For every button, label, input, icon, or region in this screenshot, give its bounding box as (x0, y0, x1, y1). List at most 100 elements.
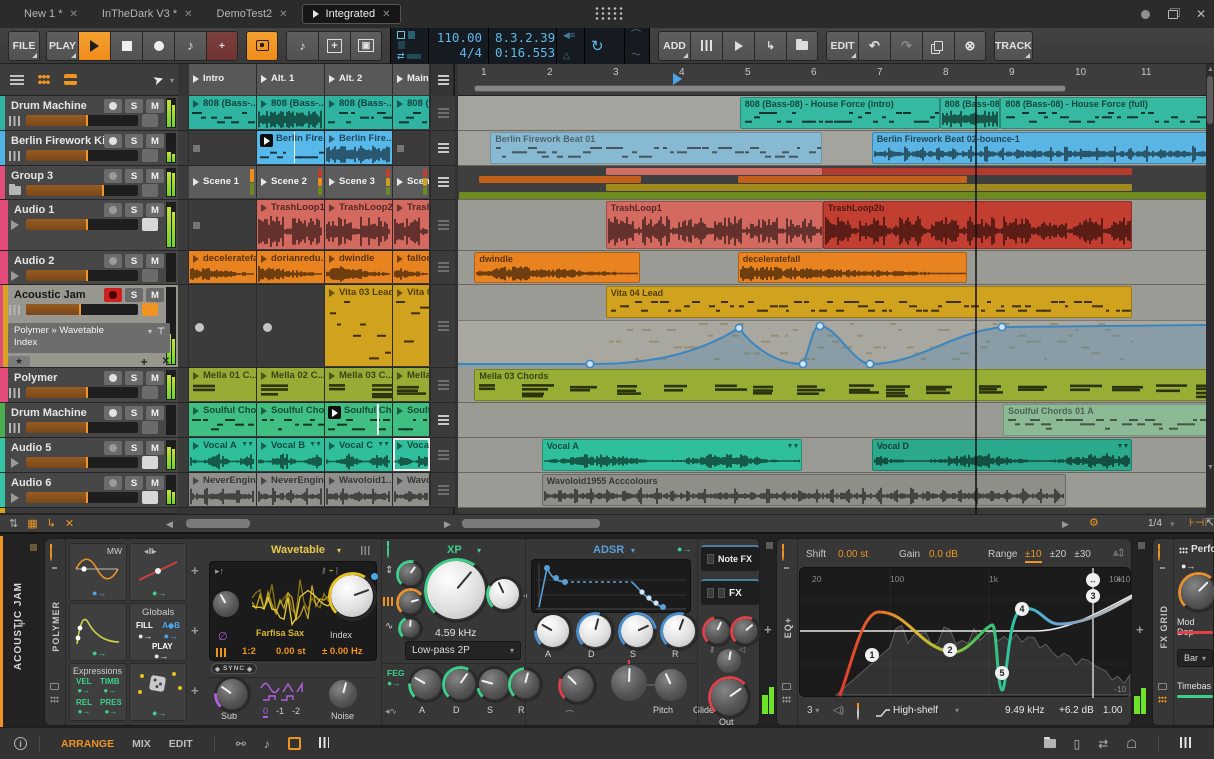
arm-button[interactable] (104, 203, 122, 217)
edit-menu-button[interactable]: EDIT (826, 30, 858, 61)
gain-value[interactable]: 0.0 dB (929, 549, 958, 560)
arm-button[interactable] (104, 371, 122, 385)
clip-options-column[interactable] (430, 166, 455, 198)
scroll-down-icon[interactable]: ▼ (1207, 464, 1214, 471)
arranger-row-1[interactable]: 808 (Bass-08) - House Force (intro) 808 (… (458, 96, 1206, 131)
launcher-scroll-left-icon[interactable]: ◀ (166, 519, 173, 530)
bar-dropdown[interactable]: Bar ▾ (1177, 649, 1213, 667)
range-option-±10[interactable]: ±10 (1025, 549, 1042, 563)
metronome-icon[interactable]: △ (563, 50, 578, 61)
mod-slot-envelope[interactable]: ●→ (69, 603, 127, 661)
env-s-knob[interactable] (617, 611, 657, 651)
track-menu-button[interactable] (142, 491, 158, 504)
info-icon[interactable]: i (14, 737, 27, 750)
eq-band-badge[interactable]: 3 (1090, 591, 1095, 601)
arranger-row-8[interactable]: Soulful Chords 01 A (458, 403, 1206, 438)
clip-cell[interactable]: Mella (393, 368, 430, 401)
feg-a-knob[interactable] (407, 665, 445, 703)
device-name-label[interactable]: POLYMER (51, 601, 61, 652)
mute-button[interactable]: M (146, 406, 164, 420)
automation-curve[interactable] (458, 321, 1206, 369)
tab-close-icon[interactable]: ✕ (382, 9, 390, 20)
stop-button-cell[interactable] (178, 403, 189, 436)
solo-button[interactable]: S (125, 441, 143, 455)
clip-cell[interactable]: fallon (393, 251, 430, 283)
mod-amount-icon[interactable]: ●→ (92, 588, 106, 598)
track-menu-button[interactable] (142, 303, 158, 316)
remove-lane-button[interactable]: ✕ (162, 356, 170, 367)
volume-slider[interactable] (26, 387, 138, 398)
mod-slot-expressions[interactable]: Expressions VEL ●→ TIMB ●→ REL ●→ PRES ●→ (69, 663, 127, 721)
add-instrument-track-icon[interactable] (690, 30, 722, 61)
automation-write-button[interactable]: ♪ (174, 30, 206, 61)
stop-button-cell[interactable] (178, 285, 189, 366)
view-edit[interactable]: EDIT (169, 738, 193, 750)
track-menu-button[interactable]: TRACK (994, 30, 1033, 61)
add-group-track-icon[interactable] (786, 30, 818, 61)
range-option-±30[interactable]: ±30 (1074, 549, 1091, 563)
arranger-clip[interactable]: Berlin Firework Beat 01 (490, 132, 823, 164)
keytrack-icon[interactable]: ▸↑ (215, 566, 224, 577)
band-type[interactable]: High-shelf (893, 705, 938, 716)
arranger-clip[interactable]: Vocal D ▼▼ (871, 439, 1133, 471)
sub-octave--2[interactable]: -2 (292, 706, 300, 716)
volume-slider[interactable] (26, 457, 138, 468)
browser-panel-icon[interactable] (1043, 736, 1056, 748)
clip-options-column[interactable] (430, 131, 455, 164)
tab-demotest2[interactable]: DemoTest2 ✕ (207, 5, 298, 23)
arm-button[interactable] (104, 406, 122, 420)
pointer-tool-icon[interactable]: ➤ (151, 71, 166, 90)
clip-cell[interactable]: NeverEngin... (189, 473, 257, 506)
track-row-audio-1[interactable]: Audio 1 SM (0, 200, 178, 251)
arranger-clip[interactable]: TrashLoop1 (605, 201, 823, 249)
clip-stop-icon[interactable] (193, 144, 200, 152)
clip-cell[interactable]: Vocal B ▼▼ (257, 438, 325, 471)
solo-button[interactable]: S (125, 203, 143, 217)
track-menu-button[interactable] (142, 184, 158, 197)
env-type-label[interactable]: ADSR (593, 544, 624, 556)
transport-mode-icons[interactable]: ⇄ (391, 27, 429, 64)
mute-button[interactable]: M (146, 169, 164, 183)
clip-cell[interactable] (189, 285, 257, 366)
clip-options-column[interactable] (430, 251, 455, 283)
timeline-ruler[interactable]: 123456789101112 (458, 64, 1214, 96)
launcher-overdub-button[interactable] (246, 30, 278, 61)
clip-cell[interactable]: Vocal (393, 438, 430, 471)
device-power-icon[interactable] (50, 547, 52, 561)
feg-d-knob[interactable] (441, 665, 479, 703)
add-device-button[interactable]: + (1136, 622, 1144, 637)
clip-cell[interactable]: 808 ( (393, 96, 430, 129)
band-q[interactable]: 1.00 (1103, 705, 1122, 716)
clip-cell[interactable] (189, 131, 257, 164)
modulators-icon[interactable] (782, 696, 791, 703)
launcher-scroll-right-icon[interactable]: ▶ (444, 519, 451, 530)
glide-knob[interactable] (655, 669, 687, 701)
clip-cell[interactable]: Vocal C ▼▼ (325, 438, 393, 471)
solo-button[interactable]: S (125, 169, 143, 183)
arranger-clip[interactable]: Vocal A ▼▼ (541, 439, 803, 471)
track-row-drum-machine[interactable]: Drum Machine S M (0, 96, 178, 131)
automation-rec-dot[interactable] (195, 323, 204, 332)
track-row-audio-6[interactable]: Audio 6 SM (0, 473, 178, 508)
track-row-audio-5[interactable]: Audio 5 SM (0, 438, 178, 473)
automation-param-selector[interactable]: Polymer » Wavetable Index ▾ ⊤ (8, 323, 170, 353)
arranger-row-5[interactable]: dwindle deceleratefall (458, 251, 1206, 285)
tab-integrated[interactable]: Integrated ✕ (301, 4, 402, 24)
scene-header-4[interactable]: Main (393, 64, 430, 95)
arranger-scroll-right-icon[interactable]: ▶ (1062, 519, 1069, 530)
osc-dropdown-icon[interactable]: ▾ (337, 546, 341, 555)
volume-slider[interactable] (26, 150, 138, 161)
arranger-row-6[interactable]: Vita 04 Lead (458, 285, 1206, 369)
clip-cell[interactable]: Soulf (393, 403, 430, 436)
tab-close-icon[interactable]: ✕ (70, 9, 78, 20)
osc-type-label[interactable]: Wavetable (271, 544, 325, 556)
env-r-knob[interactable] (659, 611, 699, 651)
add-device-before-button[interactable]: + (18, 616, 26, 631)
play-mod-icon[interactable]: ●→ (154, 651, 168, 660)
wt-index-knob[interactable] (327, 571, 377, 621)
tab-inthedark-v3-[interactable]: InTheDark V3 * ✕ (92, 5, 203, 23)
clip-cell[interactable]: Wavo (393, 473, 430, 506)
device-power-icon[interactable] (782, 547, 784, 561)
arranger-clip[interactable]: Mella 03 Chords (474, 369, 1206, 401)
mixer-panel-icon[interactable] (318, 736, 329, 751)
